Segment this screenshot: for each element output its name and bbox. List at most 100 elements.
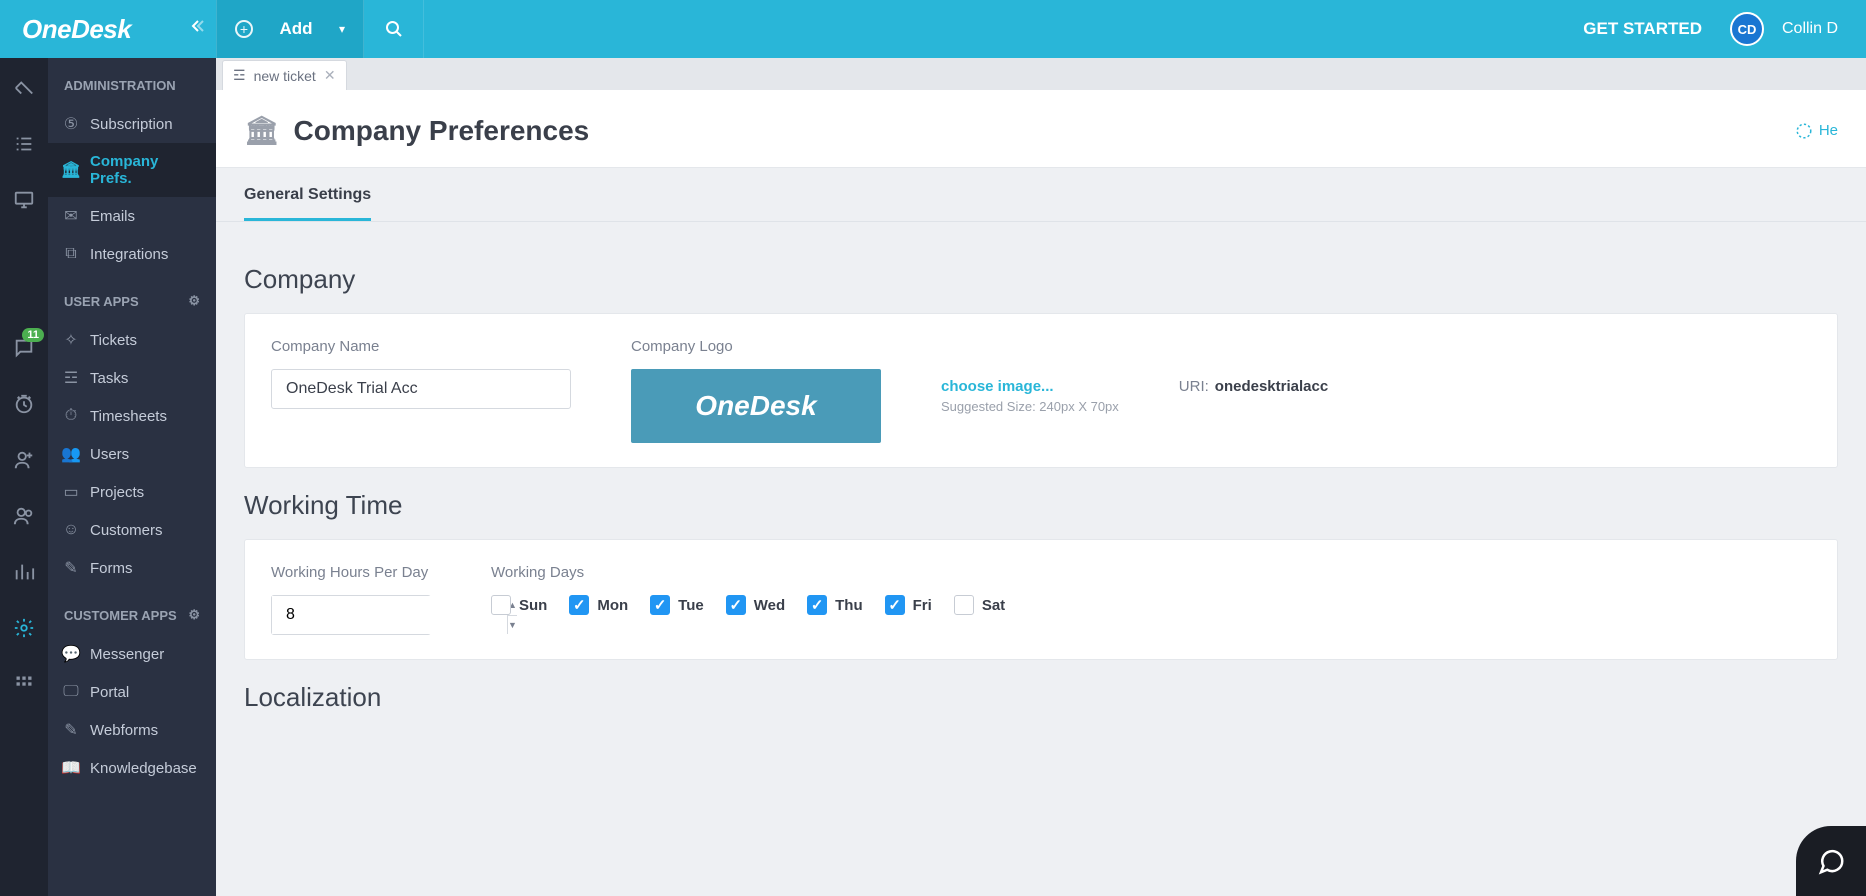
sidebar-item-forms[interactable]: ✎Forms [48, 549, 216, 587]
icon-rail: 11 [0, 58, 48, 896]
rail-user-money-icon[interactable] [12, 448, 36, 472]
day-fri[interactable]: ✓Fri [885, 595, 932, 615]
chevron-down-icon: ▾ [339, 22, 345, 36]
sidebar-item-projects[interactable]: ▭Projects [48, 473, 216, 511]
email-icon: ✉ [62, 207, 80, 225]
message-badge: 11 [22, 328, 44, 342]
working-hours-input[interactable]: ▲▼ [271, 595, 431, 635]
checkbox[interactable]: ✓ [726, 595, 746, 615]
company-name-label: Company Name [271, 338, 571, 355]
working-card: Working Hours Per Day ▲▼ Working Days Su… [244, 539, 1838, 660]
username[interactable]: Collin D [1782, 20, 1866, 38]
logo: OneDesk [22, 14, 131, 45]
sidebar-item-users[interactable]: 👥Users [48, 435, 216, 473]
sidebar-item-customers[interactable]: ☺Customers [48, 511, 216, 549]
rail-users-icon[interactable] [12, 504, 36, 528]
choose-image-link[interactable]: choose image... [941, 378, 1119, 395]
avatar[interactable]: CD [1730, 12, 1764, 46]
gear-icon[interactable]: ⚙ [188, 293, 200, 309]
day-sat[interactable]: Sat [954, 595, 1005, 615]
section-customer-apps: CUSTOMER APPS⚙ [48, 587, 216, 635]
tab-new-ticket[interactable]: ☲ new ticket ✕ [222, 60, 347, 90]
main: ☲ new ticket ✕ 🏛 Company Preferences He … [216, 58, 1866, 896]
section-company: Company [244, 264, 1838, 295]
company-card: Company Name Company Logo OneDesk choose… [244, 313, 1838, 468]
step-down-icon[interactable]: ▼ [508, 616, 517, 635]
company-logo-preview: OneDesk [631, 369, 881, 443]
add-label: Add [279, 19, 312, 39]
page-title: 🏛 Company Preferences [244, 114, 589, 147]
checkbox[interactable] [491, 595, 511, 615]
company-name-input[interactable] [271, 369, 571, 409]
rail-settings-icon[interactable] [12, 616, 36, 640]
sidebar-item-subscription[interactable]: ⑤Subscription [48, 105, 216, 143]
checkbox[interactable]: ✓ [885, 595, 905, 615]
logo-area: OneDesk [0, 0, 216, 58]
working-hours-label: Working Hours Per Day [271, 564, 431, 581]
rail-clock-icon[interactable] [12, 392, 36, 416]
rail-grid-icon[interactable] [12, 672, 36, 696]
day-sun[interactable]: Sun [491, 595, 547, 615]
forms-icon: ✎ [62, 559, 80, 577]
chat-fab[interactable] [1796, 826, 1866, 896]
checkbox[interactable]: ✓ [807, 595, 827, 615]
sidebar: ADMINISTRATION ⑤Subscription 🏛Company Pr… [48, 58, 216, 896]
day-mon[interactable]: ✓Mon [569, 595, 628, 615]
uri-display: URI:onedesktrialacc [1179, 338, 1328, 395]
tasks-icon: ☲ [62, 369, 80, 387]
webforms-icon: ✎ [62, 721, 80, 739]
rail-tasks-icon[interactable] [12, 132, 36, 156]
help-link[interactable]: He [1795, 122, 1838, 140]
plus-icon: + [235, 20, 253, 38]
page-header: 🏛 Company Preferences He [216, 90, 1866, 168]
section-localization: Localization [244, 682, 1838, 713]
working-days-label: Working Days [491, 564, 1005, 581]
book-icon: 📖 [62, 759, 80, 777]
checkbox[interactable] [954, 595, 974, 615]
gear-icon[interactable]: ⚙ [188, 607, 200, 623]
topbar: OneDesk + Add ▾ GET STARTED CD Collin D [0, 0, 1866, 58]
sidebar-item-company-prefs[interactable]: 🏛Company Prefs. [48, 143, 216, 197]
add-button[interactable]: + Add ▾ [216, 0, 364, 58]
sidebar-item-emails[interactable]: ✉Emails [48, 197, 216, 235]
messenger-icon: 💬 [62, 645, 80, 663]
subtab-general-settings[interactable]: General Settings [244, 168, 371, 221]
integrations-icon: ⧉ [62, 245, 80, 263]
checkbox[interactable]: ✓ [650, 595, 670, 615]
sidebar-item-tickets[interactable]: ✧Tickets [48, 321, 216, 359]
ticket-icon: ✧ [62, 331, 80, 349]
search-button[interactable] [364, 0, 424, 58]
sidebar-item-timesheets[interactable]: ⏱Timesheets [48, 397, 216, 435]
collapse-sidebar-icon[interactable] [188, 18, 204, 34]
get-started-link[interactable]: GET STARTED [1555, 19, 1730, 39]
content: Company Company Name Company Logo OneDes… [216, 222, 1866, 791]
company-logo-label: Company Logo [631, 338, 881, 355]
sidebar-item-integrations[interactable]: ⧉Integrations [48, 235, 216, 273]
sidebar-item-webforms[interactable]: ✎Webforms [48, 711, 216, 749]
customers-icon: ☺ [62, 521, 80, 539]
sidebar-item-knowledgebase[interactable]: 📖Knowledgebase [48, 749, 216, 787]
sidebar-item-portal[interactable]: 🖵Portal [48, 673, 216, 711]
section-administration: ADMINISTRATION [48, 58, 216, 105]
rail-analytics-icon[interactable] [12, 560, 36, 584]
sidebar-item-tasks[interactable]: ☲Tasks [48, 359, 216, 397]
working-days: Sun ✓Mon ✓Tue ✓Wed ✓Thu ✓Fri Sat [491, 595, 1005, 615]
rail-monitor-icon[interactable] [12, 188, 36, 212]
day-tue[interactable]: ✓Tue [650, 595, 704, 615]
suggested-size: Suggested Size: 240px X 70px [941, 399, 1119, 414]
rail-ticket-icon[interactable] [12, 76, 36, 100]
close-icon[interactable]: ✕ [324, 67, 336, 84]
subscription-icon: ⑤ [62, 115, 80, 133]
projects-icon: ▭ [62, 483, 80, 501]
clock-icon: ⏱ [62, 407, 80, 425]
subtabs: General Settings [216, 168, 1866, 222]
rail-messages-icon[interactable]: 11 [12, 336, 36, 360]
building-icon: 🏛 [244, 114, 280, 147]
checkbox[interactable]: ✓ [569, 595, 589, 615]
day-wed[interactable]: ✓Wed [726, 595, 785, 615]
sidebar-item-messenger[interactable]: 💬Messenger [48, 635, 216, 673]
portal-icon: 🖵 [62, 683, 80, 701]
ticket-small-icon: ☲ [233, 67, 246, 84]
section-working-time: Working Time [244, 490, 1838, 521]
day-thu[interactable]: ✓Thu [807, 595, 863, 615]
